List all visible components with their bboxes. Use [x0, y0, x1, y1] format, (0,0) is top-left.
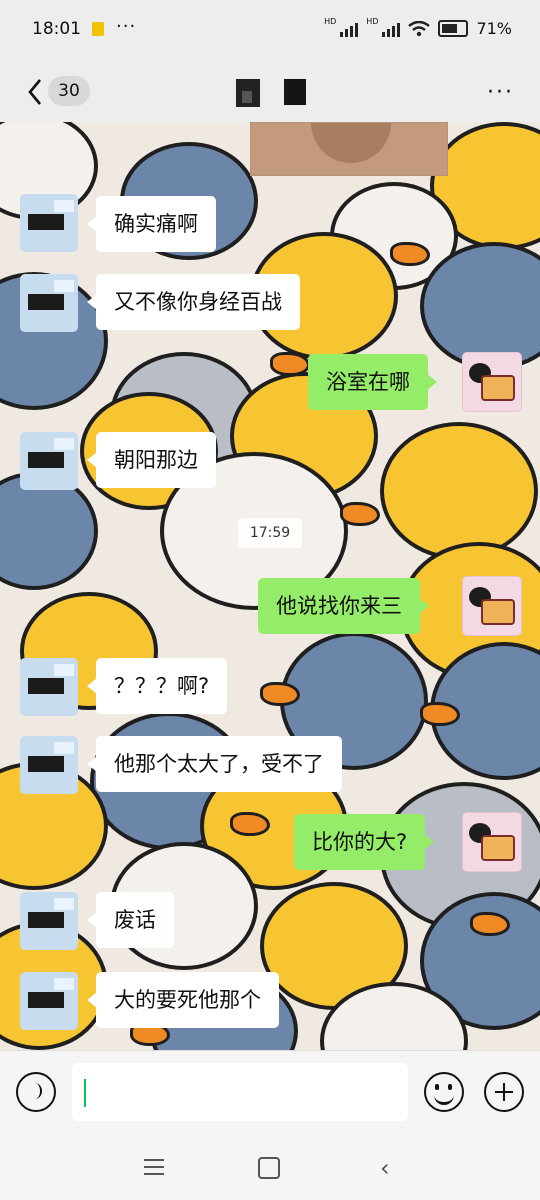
- message-bubble-left[interactable]: 确实痛啊: [87, 196, 216, 252]
- avatar-other[interactable]: [20, 432, 78, 490]
- chat-header: 30 ···: [0, 62, 540, 122]
- avatar-other[interactable]: [20, 194, 78, 252]
- signal-icon-2: [382, 21, 401, 37]
- notification-icon: [92, 22, 104, 36]
- avatar-self[interactable]: [462, 576, 522, 636]
- avatar-other[interactable]: [20, 892, 78, 950]
- signal-icon-1: [340, 21, 359, 37]
- status-icons: HD HD 71%: [324, 17, 512, 38]
- message-bubble-left[interactable]: 又不像你身经百战: [87, 274, 300, 330]
- message-bubble-left[interactable]: ？？？啊?: [86, 658, 228, 714]
- avatar-other[interactable]: [20, 658, 78, 716]
- unread-count-badge[interactable]: 30: [48, 76, 90, 106]
- wifi-icon: [408, 20, 431, 36]
- message-timestamp: 17:59: [238, 518, 302, 548]
- message-bubble-right[interactable]: 他说找你来三: [258, 578, 429, 634]
- avatar-self[interactable]: [462, 352, 522, 412]
- nav-back-icon[interactable]: ‹: [380, 1154, 390, 1182]
- avatar-other[interactable]: [20, 736, 78, 794]
- image-message-thumbnail[interactable]: [250, 122, 448, 176]
- avatar-other[interactable]: [20, 972, 78, 1030]
- hd-label-2: HD: [366, 17, 379, 26]
- hd-label-1: HD: [324, 17, 337, 26]
- home-icon[interactable]: [258, 1157, 280, 1179]
- chat-title-redacted: [230, 77, 310, 107]
- chat-menu-icon[interactable]: ···: [487, 80, 514, 105]
- message-bubble-right[interactable]: 比你的大?: [294, 814, 435, 870]
- system-navigation-bar: ‹: [0, 1136, 540, 1200]
- message-bubble-left[interactable]: 废话: [87, 892, 174, 948]
- message-bubble-left[interactable]: 朝阳那边: [87, 432, 216, 488]
- chat-area[interactable]: 确实痛啊 又不像你身经百战 浴室在哪 朝阳那边 17:59 他说找你来三 ？？？…: [0, 122, 540, 1050]
- message-input[interactable]: [72, 1063, 408, 1121]
- plus-icon[interactable]: [484, 1072, 524, 1112]
- battery-percent: 71%: [476, 19, 512, 38]
- message-bubble-right[interactable]: 浴室在哪: [308, 354, 437, 410]
- emoji-icon[interactable]: [424, 1072, 464, 1112]
- status-bar: 18:01 ··· HD HD 71%: [0, 0, 540, 62]
- menu-icon[interactable]: [144, 1159, 164, 1175]
- battery-icon: [438, 20, 469, 37]
- text-caret: [84, 1079, 86, 1107]
- avatar-self[interactable]: [462, 812, 522, 872]
- message-bubble-left[interactable]: 他那个太大了，受不了: [87, 736, 342, 792]
- message-bubble-left[interactable]: 大的要死他那个: [87, 972, 279, 1028]
- more-notifications-icon: ···: [116, 16, 137, 37]
- clock: 18:01: [32, 19, 81, 39]
- message-input-bar: [0, 1050, 540, 1137]
- voice-icon[interactable]: [16, 1072, 56, 1112]
- avatar-other[interactable]: [20, 274, 78, 332]
